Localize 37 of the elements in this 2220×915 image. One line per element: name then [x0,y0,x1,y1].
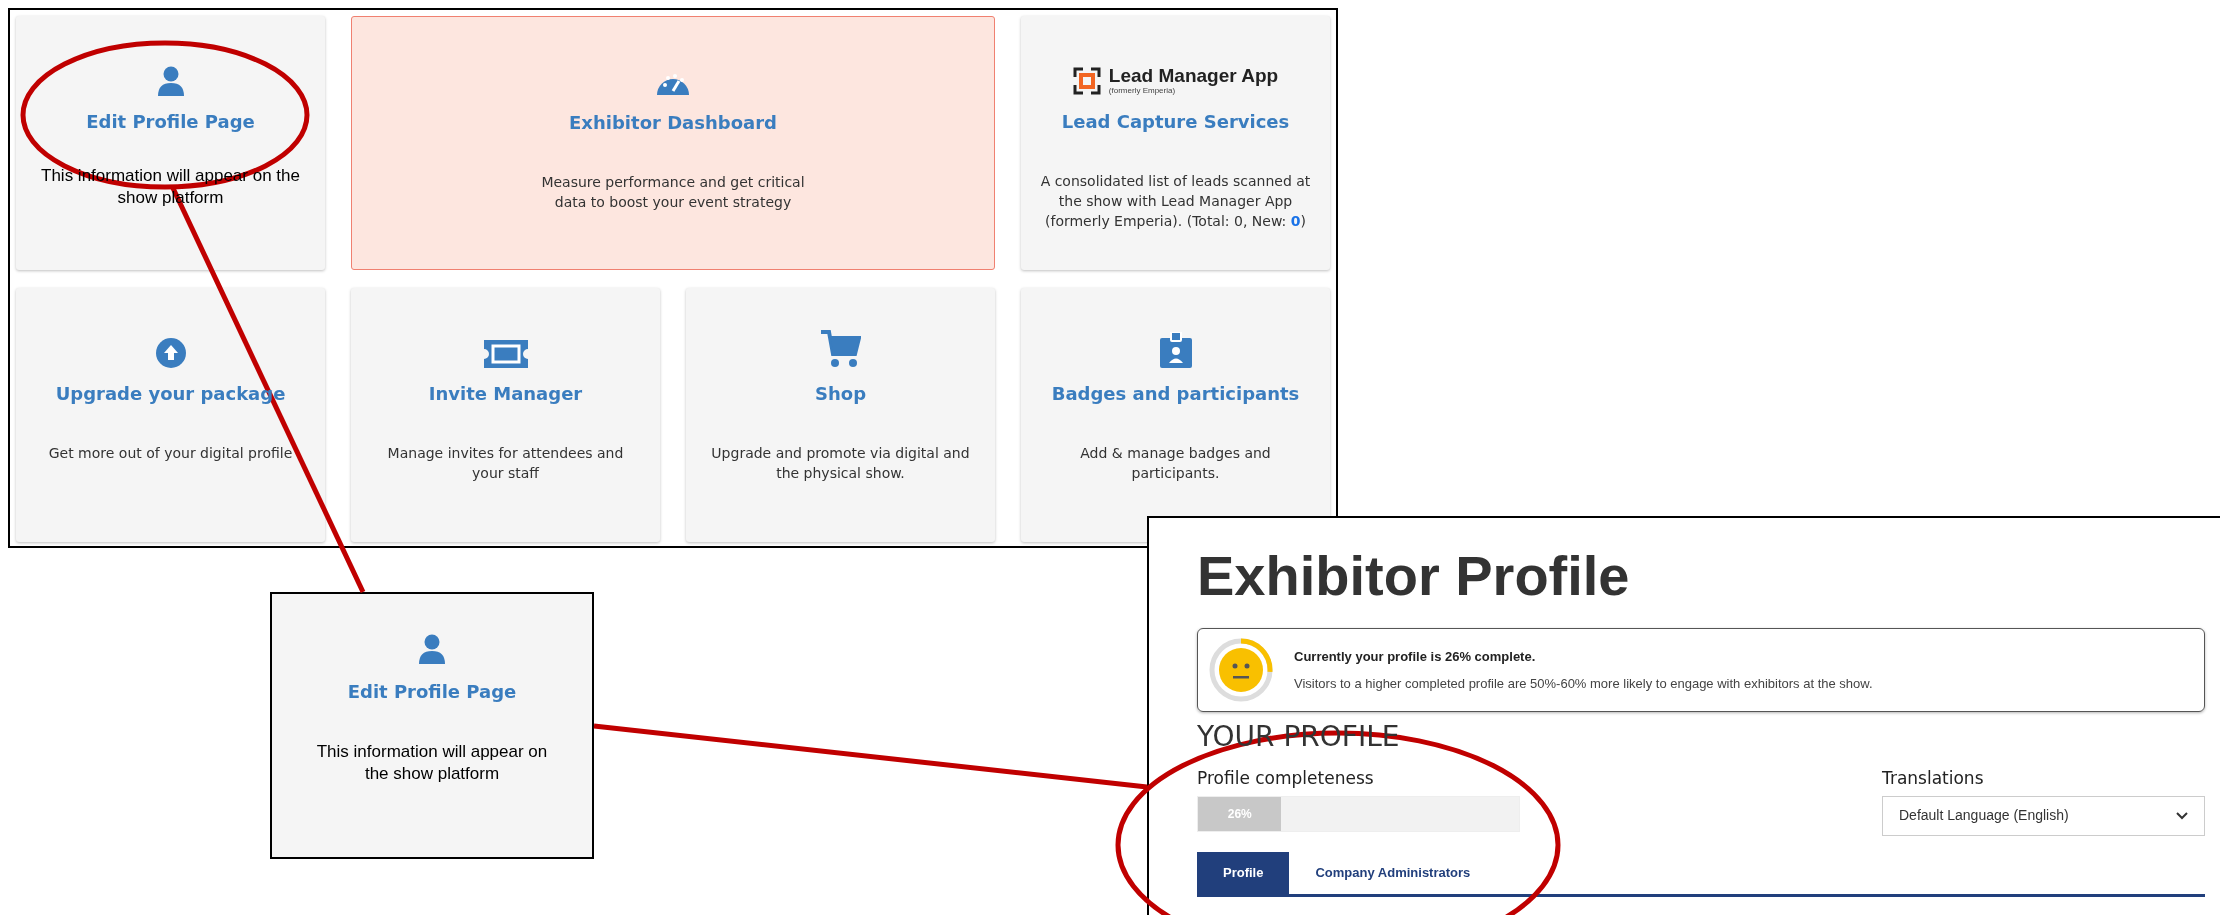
neutral-face-icon [1208,637,1274,703]
card-title[interactable]: Invite Manager [428,380,583,407]
chevron-down-icon [2176,811,2188,820]
page-title: Exhibitor Profile [1197,546,1631,606]
field-label: Profile completeness [1197,767,1375,790]
field-label: Translations [1882,767,1985,790]
card-title[interactable]: Edit Profile Page [86,108,255,135]
tab[interactable]: Profile [1197,851,1290,894]
logo-text: Lead Manager App [1108,66,1279,86]
notice-headline: Currently your profile is 26% complete. [1294,647,1537,666]
ticket-icon [483,340,528,368]
dashboard-card[interactable]: Badges and participants Add & manage badges and participants. [1021,288,1330,542]
card-description: Measure performance and get critical data to boost your event strategy [540,173,806,212]
card-title[interactable]: Lead Capture Services [1061,108,1290,135]
language-dropdown[interactable]: Default Language (English) [1882,795,2205,836]
cart-icon [820,330,861,368]
app-logo-icon [1072,67,1101,95]
card-title[interactable]: Exhibitor Dashboard [569,109,777,136]
card-description: A consolidated list of leads scanned at the show with Lead Manager App (formerly Emperia). (Total: 0, New: 0) [1040,172,1311,231]
card-description: Get more out of your digital profile [48,444,293,463]
card-title[interactable]: Shop [815,380,866,407]
card-title[interactable]: Badges and participants [1051,380,1300,407]
arrow-up-icon [155,338,186,368]
card-description: Add & manage badges and participants. [1079,444,1272,483]
dashboard-card[interactable]: Exhibitor Dashboard Measure performance and get critical data to boost your event strategy [351,16,995,270]
user-icon [417,634,447,664]
dashboard-card[interactable]: Shop Upgrade and promote via digital and the physical show. [686,288,995,542]
card-title[interactable]: Edit Profile Page [347,678,517,705]
logo-subtitle: (formerly Emperia) [1108,86,1176,96]
dashboard-card[interactable]: Invite Manager Manage invites for attendees and your staff [351,288,660,542]
notice-text: Visitors to a higher completed profile are 50%-60% more likely to engage with exhibitors at the show. [1294,675,1873,693]
dashboard-card[interactable]: Lead Manager App (formerly Emperia) Lead Capture Services A consolidated list of leads scanned at the show with Lead Manager App (formerly Emperia). (Total: 0, New: 0) [1021,16,1330,270]
user-icon [155,66,186,96]
card-description: This information will appear on the show platform [315,741,549,785]
id-badge-icon [1159,332,1192,368]
card-description: Manage invites for attendees and your staff [386,444,625,483]
card-description: Upgrade and promote via digital and the physical show. [710,444,971,483]
